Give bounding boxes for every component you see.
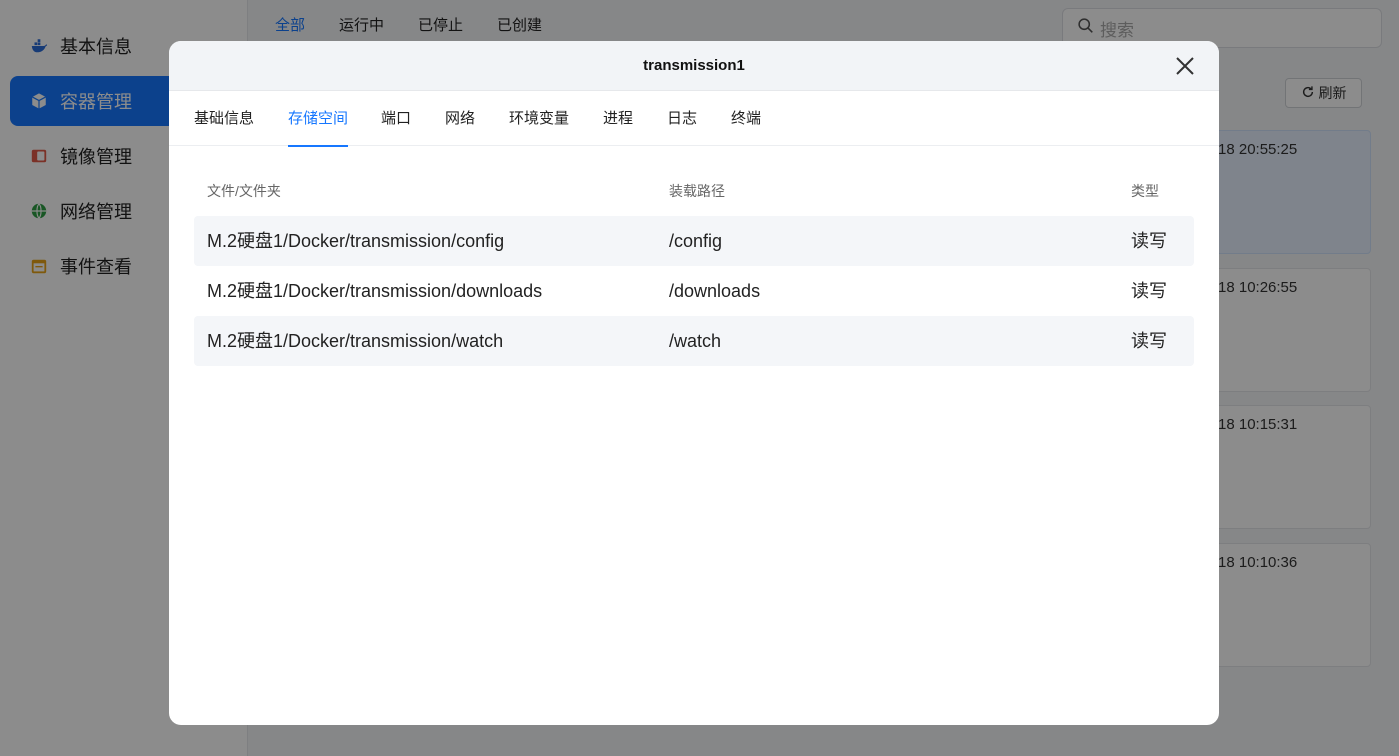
storage-mount-table: 文件/文件夹 装载路径 类型 M.2硬盘1/Docker/transmissio… xyxy=(194,166,1194,366)
host-path-cell: M.2硬盘1/Docker/transmission/watch xyxy=(207,331,504,351)
mount-path-cell: /watch xyxy=(669,331,722,351)
tab-logs[interactable]: 日志 xyxy=(667,91,697,146)
host-path-cell: M.2硬盘1/Docker/transmission/config xyxy=(207,231,505,251)
close-icon xyxy=(1176,57,1194,75)
table-row: M.2硬盘1/Docker/transmission/downloads /do… xyxy=(194,266,1194,316)
mount-path-cell: /config xyxy=(669,231,723,251)
column-header-file-folder: 文件/文件夹 xyxy=(207,183,281,199)
modal-title: transmission1 xyxy=(643,57,745,74)
tab-basic-info[interactable]: 基础信息 xyxy=(194,91,254,146)
access-type-cell: 读写 xyxy=(1131,331,1167,351)
tab-terminal[interactable]: 终端 xyxy=(731,91,761,146)
tab-processes[interactable]: 进程 xyxy=(603,91,633,146)
tab-network[interactable]: 网络 xyxy=(445,91,475,146)
access-type-cell: 读写 xyxy=(1131,281,1167,301)
container-detail-modal: transmission1 基础信息 存储空间 端口 网络 环境变量 进程 日志… xyxy=(169,41,1219,725)
tab-storage[interactable]: 存储空间 xyxy=(288,91,349,147)
modal-tabs: 基础信息 存储空间 端口 网络 环境变量 进程 日志 终端 xyxy=(169,91,1219,147)
table-row: M.2硬盘1/Docker/transmission/watch /watch … xyxy=(194,316,1194,366)
host-path-cell: M.2硬盘1/Docker/transmission/downloads xyxy=(207,281,543,301)
tab-ports[interactable]: 端口 xyxy=(381,91,411,146)
modal-header: transmission1 xyxy=(169,41,1219,91)
column-header-type: 类型 xyxy=(1131,183,1159,199)
table-header: 文件/文件夹 装载路径 类型 xyxy=(194,166,1194,216)
table-row: M.2硬盘1/Docker/transmission/config /confi… xyxy=(194,216,1194,266)
column-header-mount-path: 装载路径 xyxy=(669,183,725,199)
mount-path-cell: /downloads xyxy=(669,281,761,301)
close-button[interactable] xyxy=(1173,54,1197,78)
tab-environment-variables[interactable]: 环境变量 xyxy=(509,91,569,146)
access-type-cell: 读写 xyxy=(1131,231,1167,251)
